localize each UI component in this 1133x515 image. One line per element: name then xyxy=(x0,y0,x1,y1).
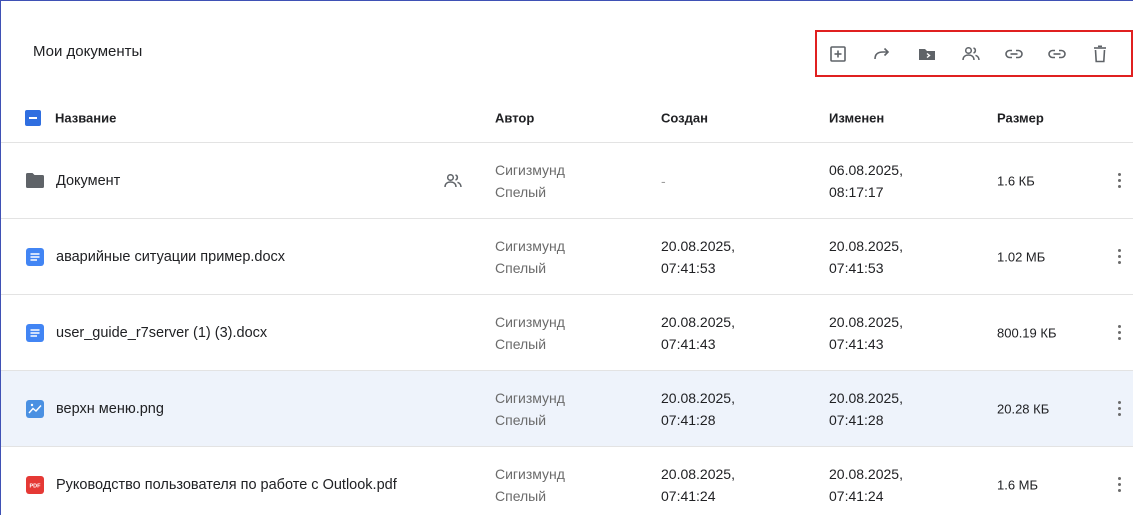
table-row[interactable]: Документ Сигизмунд Спелый - 06.08.2025, … xyxy=(1,143,1133,219)
pdf-icon: PDF xyxy=(26,475,44,494)
folder-icon xyxy=(26,172,44,190)
selection-toolbar xyxy=(815,30,1133,77)
image-icon xyxy=(26,399,44,418)
link-icon xyxy=(1048,49,1066,58)
row-menu-button[interactable] xyxy=(1111,399,1127,419)
modified-cell: 20.08.2025, 07:41:43 xyxy=(829,313,903,352)
author-cell: Сигизмунд Спелый xyxy=(495,313,565,352)
pdf-badge-text: PDF xyxy=(30,483,42,489)
row-menu-button[interactable] xyxy=(1111,247,1127,267)
modified-cell: 20.08.2025, 07:41:53 xyxy=(829,237,903,276)
share-button[interactable] xyxy=(959,42,983,66)
copy-link-button[interactable] xyxy=(1002,42,1026,66)
column-header-author[interactable]: Автор xyxy=(495,110,534,125)
forward-arrow-icon xyxy=(874,47,890,59)
link-icon xyxy=(1005,49,1023,58)
column-header-created[interactable]: Создан xyxy=(661,110,708,125)
row-menu-button[interactable] xyxy=(1111,475,1127,495)
size-cell: 1.6 МБ xyxy=(997,477,1039,492)
file-name[interactable]: Документ xyxy=(56,173,120,189)
modified-cell: 06.08.2025, 08:17:17 xyxy=(829,161,903,200)
table-row[interactable]: PDF Руководство пользователя по работе с… xyxy=(1,447,1133,515)
created-cell: - xyxy=(661,172,666,189)
created-cell: 20.08.2025, 07:41:24 xyxy=(661,465,735,504)
trash-icon xyxy=(1094,44,1106,62)
size-cell: 20.28 КБ xyxy=(997,401,1050,416)
file-name[interactable]: Руководство пользователя по работе с Out… xyxy=(56,477,397,493)
size-cell: 800.19 КБ xyxy=(997,325,1057,340)
table-row[interactable]: user_guide_r7server (1) (3).docx Сигизму… xyxy=(1,295,1133,371)
doc-icon xyxy=(26,323,44,342)
file-name[interactable]: user_guide_r7server (1) (3).docx xyxy=(56,325,267,341)
file-name[interactable]: верхн меню.png xyxy=(56,401,164,417)
file-name[interactable]: аварийные ситуации пример.docx xyxy=(56,249,285,265)
author-cell: Сигизмунд Спелый xyxy=(495,465,565,504)
folder-move-icon xyxy=(919,48,935,60)
move-button[interactable] xyxy=(870,42,894,66)
doc-icon xyxy=(26,247,44,266)
modified-cell: 20.08.2025, 07:41:24 xyxy=(829,465,903,504)
shared-users-icon xyxy=(443,171,463,191)
plus-box-icon xyxy=(830,45,846,62)
select-all-checkbox[interactable] xyxy=(25,109,41,126)
copy-link-2-button[interactable] xyxy=(1045,42,1069,66)
page-title: Мои документы xyxy=(33,43,143,60)
column-header-modified[interactable]: Изменен xyxy=(829,110,884,125)
row-menu-button[interactable] xyxy=(1111,323,1127,343)
move-to-folder-button[interactable] xyxy=(915,42,939,66)
row-menu-button[interactable] xyxy=(1111,171,1127,191)
delete-button[interactable] xyxy=(1088,42,1112,66)
table-header: Название Автор Создан Изменен Размер xyxy=(1,93,1133,143)
create-button[interactable] xyxy=(826,42,850,66)
column-header-name[interactable]: Название xyxy=(55,110,116,125)
author-cell: Сигизмунд Спелый xyxy=(495,161,565,200)
created-cell: 20.08.2025, 07:41:53 xyxy=(661,237,735,276)
author-cell: Сигизмунд Спелый xyxy=(495,389,565,428)
created-cell: 20.08.2025, 07:41:43 xyxy=(661,313,735,352)
created-cell: 20.08.2025, 07:41:28 xyxy=(661,389,735,428)
author-cell: Сигизмунд Спелый xyxy=(495,237,565,276)
column-header-size[interactable]: Размер xyxy=(997,110,1044,125)
modified-cell: 20.08.2025, 07:41:28 xyxy=(829,389,903,428)
table-row[interactable]: верхн меню.png Сигизмунд Спелый 20.08.20… xyxy=(1,371,1133,447)
size-cell: 1.6 КБ xyxy=(997,173,1035,188)
table-row[interactable]: аварийные ситуации пример.docx Сигизмунд… xyxy=(1,219,1133,295)
documents-panel: Мои документы Название Автор Создан Изме… xyxy=(0,0,1133,515)
users-icon xyxy=(962,46,980,60)
size-cell: 1.02 МБ xyxy=(997,249,1046,264)
